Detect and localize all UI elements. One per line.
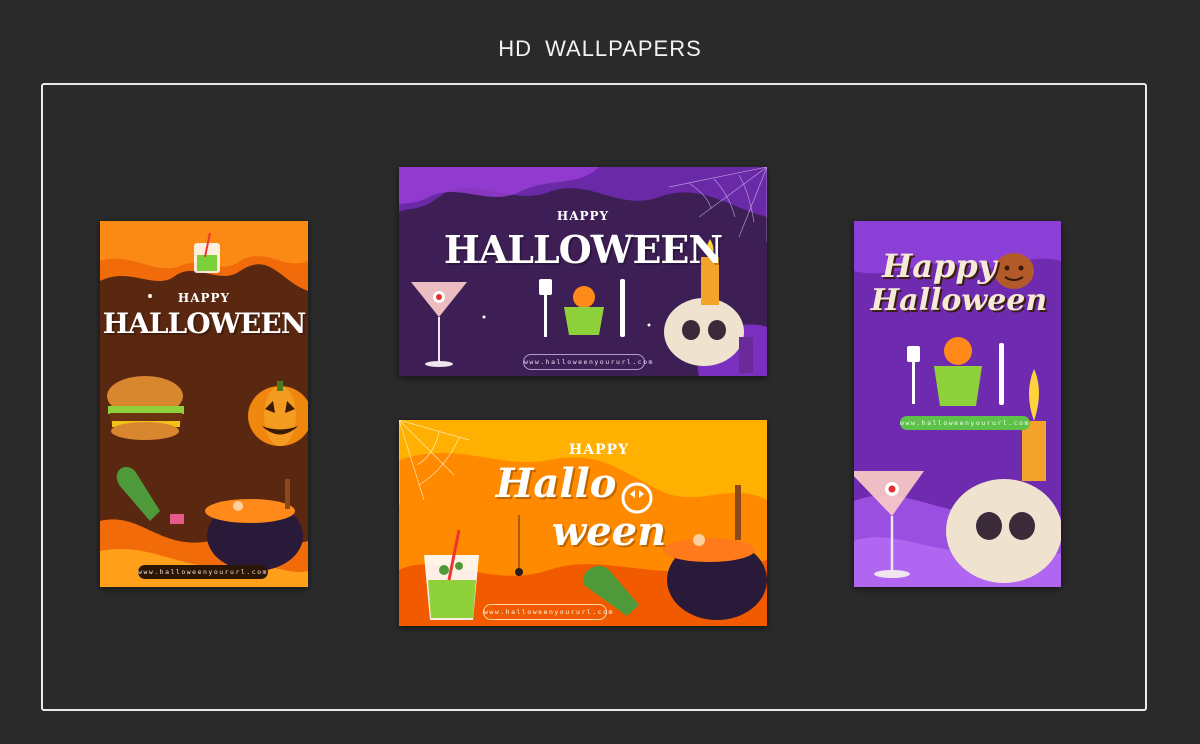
- wallpaper-landscape-purple[interactable]: HAPPY HALLOWEEN www.halloweenyoururl.com: [399, 167, 767, 376]
- knife-icon: [999, 343, 1004, 405]
- wallpaper-portrait-orange[interactable]: HAPPY HALLOWEEN www.halloweenyoururl.com: [100, 221, 308, 587]
- portrait-purple-headline-line2: Halloween: [870, 283, 1048, 318]
- landscape-orange-headline-line1: Hallo: [495, 460, 617, 507]
- landscape-purple-headline: HALLOWEEN: [443, 227, 723, 272]
- portrait-orange-headline: HALLOWEEN: [102, 307, 307, 340]
- portrait-purple-headline-line1: Happy: [882, 247, 997, 285]
- portrait-orange-artwork: [100, 221, 308, 587]
- landscape-orange-headline-line2: ween: [551, 508, 667, 555]
- burger-icon: [107, 376, 184, 440]
- portrait-orange-url: www.halloweenyoururl.com: [138, 565, 268, 579]
- wallpaper-landscape-orange[interactable]: HAPPY Hallo ween www.halloweenyoururl.co…: [399, 420, 767, 626]
- landscape-orange-happy: HAPPY: [568, 442, 630, 458]
- landscape-orange-url: www.halloweenyoururl.com: [483, 604, 612, 620]
- portrait-purple-url: www.halloweenyoururl.com: [900, 416, 1030, 430]
- wallpaper-portrait-purple[interactable]: Happy Halloween www.halloweenyoururl.com: [854, 221, 1061, 587]
- page-title: HD WALLPAPERS: [498, 36, 702, 61]
- landscape-purple-url: www.halloweenyoururl.com: [523, 354, 652, 370]
- landscape-purple-happy: HAPPY: [556, 209, 610, 223]
- knife-icon: [620, 279, 625, 337]
- portrait-orange-happy: HAPPY: [177, 291, 231, 305]
